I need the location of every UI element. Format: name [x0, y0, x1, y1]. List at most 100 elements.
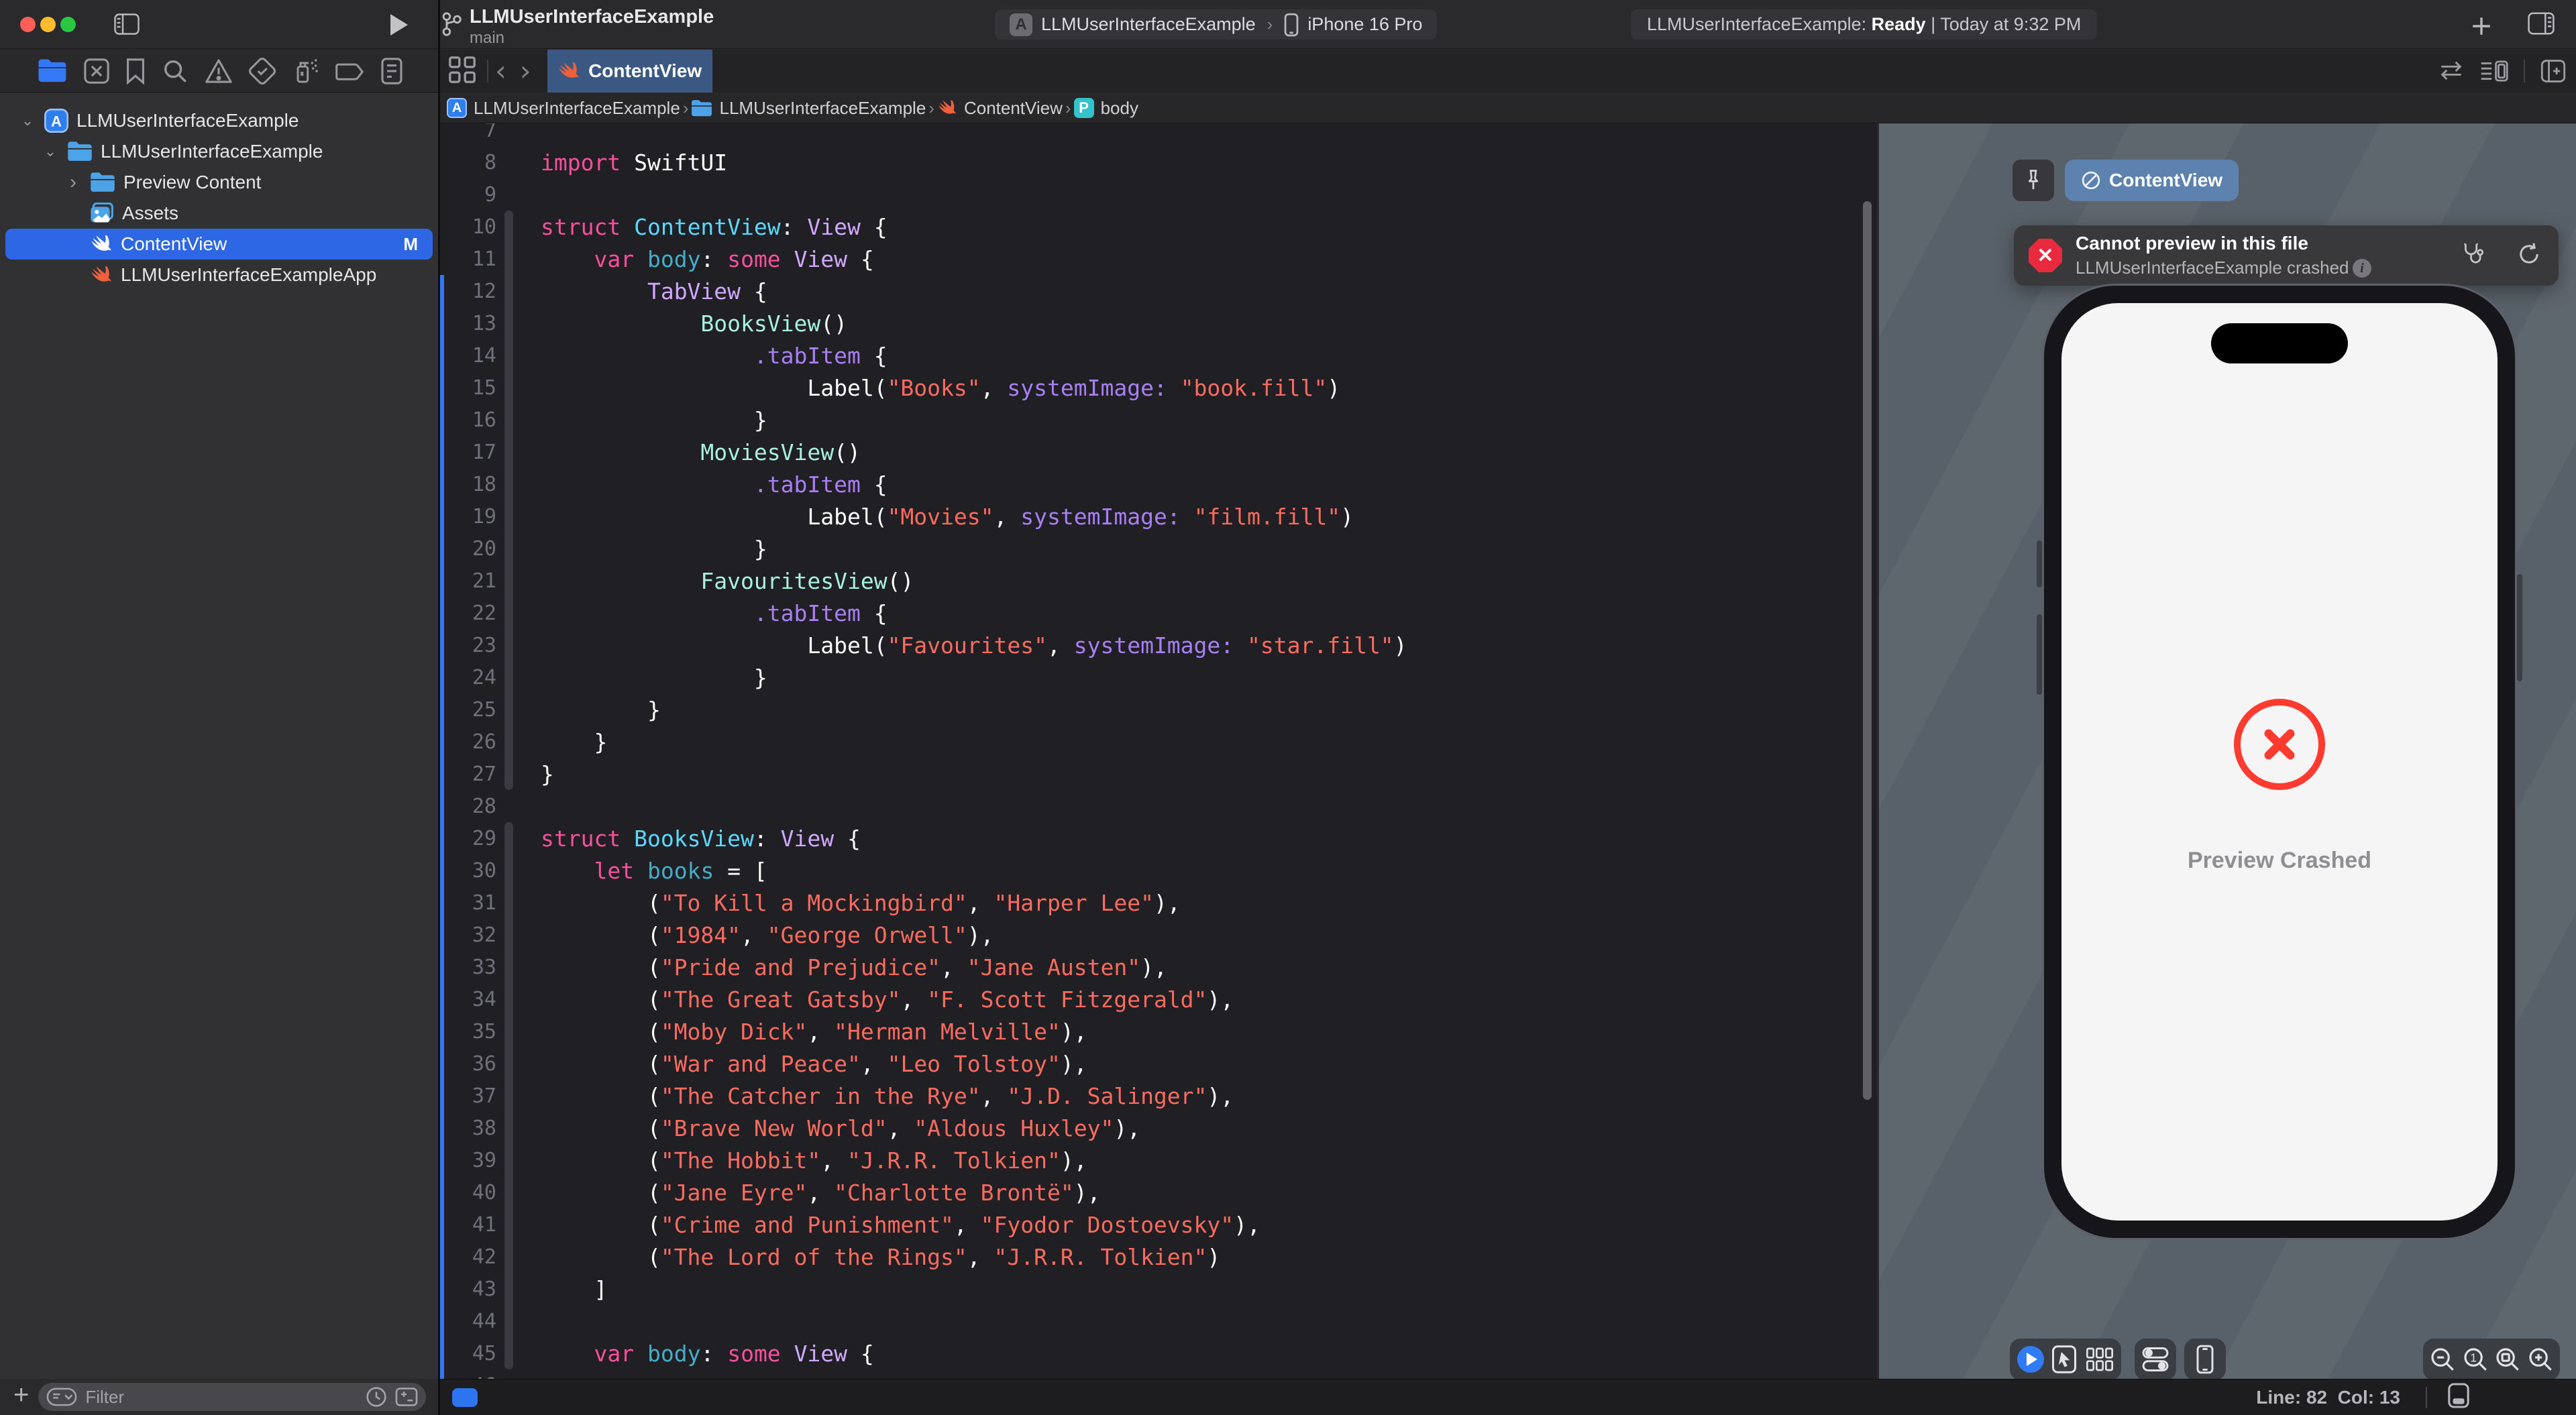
- add-editor-icon[interactable]: [2540, 59, 2567, 83]
- code-line-22[interactable]: 22 .tabItem {: [440, 597, 1877, 629]
- project-navigator-icon[interactable]: [38, 58, 67, 84]
- code-line-18[interactable]: 18 .tabItem {: [440, 468, 1877, 500]
- pin-preview-button[interactable]: [2012, 160, 2054, 201]
- swap-editors-icon[interactable]: [2438, 60, 2465, 82]
- find-navigator-icon[interactable]: [162, 58, 189, 84]
- back-chevron-icon[interactable]: ‹: [488, 57, 513, 85]
- code-line-7[interactable]: 7: [440, 123, 1877, 146]
- file-tree-row-LLMUserInterfaceExample[interactable]: ⌄ A LLMUserInterfaceExample: [5, 105, 433, 136]
- code-line-29[interactable]: 29 struct BooksView: View {: [440, 822, 1877, 854]
- code-line-30[interactable]: 30 let books = [: [440, 854, 1877, 887]
- code-line-12[interactable]: 12 TabView {: [440, 275, 1877, 307]
- info-icon[interactable]: i: [2353, 259, 2371, 278]
- file-tree-row-LLMUserInterfaceExample[interactable]: ⌄ LLMUserInterfaceExample: [5, 136, 433, 167]
- zoom-out-icon[interactable]: [2429, 1346, 2456, 1373]
- code-line-13[interactable]: 13 BooksView(): [440, 307, 1877, 339]
- file-tree-row-LLMUserInterfaceExampleApp[interactable]: LLMUserInterfaceExampleApp: [5, 260, 433, 290]
- file-tree-row-ContentView[interactable]: ContentView M: [5, 229, 433, 260]
- code-line-34[interactable]: 34 ("The Great Gatsby", "F. Scott Fitzge…: [440, 983, 1877, 1015]
- add-file-button[interactable]: +: [13, 1380, 29, 1410]
- code-line-26[interactable]: 26 }: [440, 726, 1877, 758]
- code-line-17[interactable]: 17 MoviesView(): [440, 436, 1877, 468]
- code-line-16[interactable]: 16 }: [440, 404, 1877, 436]
- breakpoints-navigator-icon[interactable]: [335, 60, 364, 82]
- scm-filter-icon[interactable]: [395, 1387, 418, 1407]
- editor-options-icon[interactable]: [2479, 59, 2509, 83]
- tests-navigator-icon[interactable]: [248, 57, 276, 85]
- code-line-43[interactable]: 43 ]: [440, 1273, 1877, 1305]
- code-line-20[interactable]: 20 }: [440, 532, 1877, 565]
- code-line-33[interactable]: 33 ("Pride and Prejudice", "Jane Austen"…: [440, 951, 1877, 983]
- code-line-39[interactable]: 39 ("The Hobbit", "J.R.R. Tolkien"),: [440, 1144, 1877, 1176]
- code-line-32[interactable]: 32 ("1984", "George Orwell"),: [440, 919, 1877, 951]
- issues-navigator-icon[interactable]: [205, 58, 233, 84]
- code-line-10[interactable]: 10 struct ContentView: View {: [440, 211, 1877, 243]
- breadcrumb-item-LLMUserInterfaceExample[interactable]: A LLMUserInterfaceExample: [447, 98, 680, 119]
- file-tree-row-Preview Content[interactable]: › Preview Content: [5, 167, 433, 198]
- code-line-9[interactable]: 9: [440, 178, 1877, 211]
- code-line-19[interactable]: 19 Label("Movies", systemImage: "film.fi…: [440, 500, 1877, 532]
- device-settings-button[interactable]: [2135, 1339, 2176, 1380]
- breadcrumb-item-LLMUserInterfaceExample[interactable]: LLMUserInterfaceExample: [691, 98, 926, 119]
- zoom-in-icon[interactable]: [2527, 1346, 2554, 1373]
- code-line-36[interactable]: 36 ("War and Peace", "Leo Tolstoy"),: [440, 1048, 1877, 1080]
- zoom-window-button[interactable]: [60, 17, 76, 32]
- filter-input[interactable]: Filter: [38, 1383, 427, 1411]
- inspector-toggle-icon[interactable]: [2528, 12, 2555, 38]
- disclosure-chevron-icon[interactable]: ›: [64, 171, 82, 194]
- code-line-21[interactable]: 21 FavouritesView(): [440, 565, 1877, 597]
- bookmarks-navigator-icon[interactable]: [125, 58, 146, 84]
- code-line-45[interactable]: 45 var body: some View {: [440, 1337, 1877, 1369]
- source-editor[interactable]: 7 8 import SwiftUI 9 10 struct ContentView: V…: [440, 123, 1877, 1379]
- minimize-window-button[interactable]: [40, 17, 56, 32]
- file-tree-row-Assets[interactable]: Assets: [5, 198, 433, 229]
- breadcrumb-item-body[interactable]: Pbody: [1073, 98, 1138, 119]
- library-plus-icon[interactable]: [2470, 15, 2493, 41]
- code-line-41[interactable]: 41 ("Crime and Punishment", "Fyodor Dost…: [440, 1208, 1877, 1241]
- run-destination[interactable]: iPhone 16 Pro: [1307, 14, 1422, 35]
- forward-chevron-icon[interactable]: ›: [513, 57, 538, 85]
- reports-navigator-icon[interactable]: [380, 57, 403, 85]
- recent-files-clock-icon[interactable]: [366, 1386, 387, 1408]
- source-control-navigator-icon[interactable]: [83, 58, 110, 84]
- modified-indicator-badge[interactable]: [452, 1388, 478, 1407]
- editor-canvas-toggle-icon[interactable]: [2447, 1382, 2470, 1412]
- code-line-8[interactable]: 8 import SwiftUI: [440, 146, 1877, 178]
- scheme-name[interactable]: LLMUserInterfaceExample: [1041, 14, 1256, 35]
- code-line-31[interactable]: 31 ("To Kill a Mockingbird", "Harper Lee…: [440, 887, 1877, 919]
- code-line-46[interactable]: 46: [440, 1369, 1877, 1379]
- code-line-42[interactable]: 42 ("The Lord of the Rings", "J.R.R. Tol…: [440, 1241, 1877, 1273]
- sidebar-divider[interactable]: [438, 0, 440, 1415]
- code-line-15[interactable]: 15 Label("Books", systemImage: "book.fil…: [440, 372, 1877, 404]
- code-line-11[interactable]: 11 var body: some View {: [440, 243, 1877, 275]
- zoom-fit-icon[interactable]: [2494, 1346, 2521, 1373]
- breadcrumb-item-ContentView[interactable]: ContentView: [937, 98, 1063, 119]
- retry-icon[interactable]: [2517, 241, 2541, 267]
- tab-contentview[interactable]: ContentView: [547, 50, 712, 93]
- close-window-button[interactable]: [20, 17, 36, 32]
- code-line-40[interactable]: 40 ("Jane Eyre", "Charlotte Brontë"),: [440, 1176, 1877, 1208]
- zoom-100-icon[interactable]: 1: [2462, 1346, 2489, 1373]
- variants-mode-icon[interactable]: [2085, 1346, 2114, 1373]
- code-line-44[interactable]: 44: [440, 1305, 1877, 1337]
- preview-device-button[interactable]: [2184, 1339, 2226, 1380]
- code-line-37[interactable]: 37 ("The Catcher in the Rye", "J.D. Sali…: [440, 1080, 1877, 1112]
- editor-scrollbar[interactable]: [1863, 201, 1872, 1100]
- code-line-38[interactable]: 38 ("Brave New World", "Aldous Huxley"),: [440, 1112, 1877, 1144]
- diagnostics-icon[interactable]: [2462, 241, 2487, 267]
- run-button[interactable]: [390, 14, 408, 36]
- code-line-23[interactable]: 23 Label("Favourites", systemImage: "sta…: [440, 629, 1877, 661]
- code-line-14[interactable]: 14 .tabItem {: [440, 339, 1877, 372]
- debug-navigator-icon[interactable]: [292, 57, 319, 85]
- code-line-35[interactable]: 35 ("Moby Dick", "Herman Melville"),: [440, 1015, 1877, 1048]
- scheme-selector[interactable]: A LLMUserInterfaceExample › iPhone 16 Pr…: [995, 9, 1438, 40]
- selectable-mode-icon[interactable]: [2051, 1345, 2078, 1374]
- code-line-24[interactable]: 24 }: [440, 661, 1877, 693]
- navigator-toggle-icon[interactable]: [114, 13, 140, 38]
- preview-target-pill[interactable]: ContentView: [2065, 160, 2239, 201]
- code-line-25[interactable]: 25 }: [440, 693, 1877, 726]
- code-line-27[interactable]: 27}: [440, 758, 1877, 790]
- disclosure-chevron-icon[interactable]: ⌄: [19, 112, 36, 129]
- tab-overview-icon[interactable]: [448, 56, 476, 87]
- code-line-28[interactable]: 28: [440, 790, 1877, 822]
